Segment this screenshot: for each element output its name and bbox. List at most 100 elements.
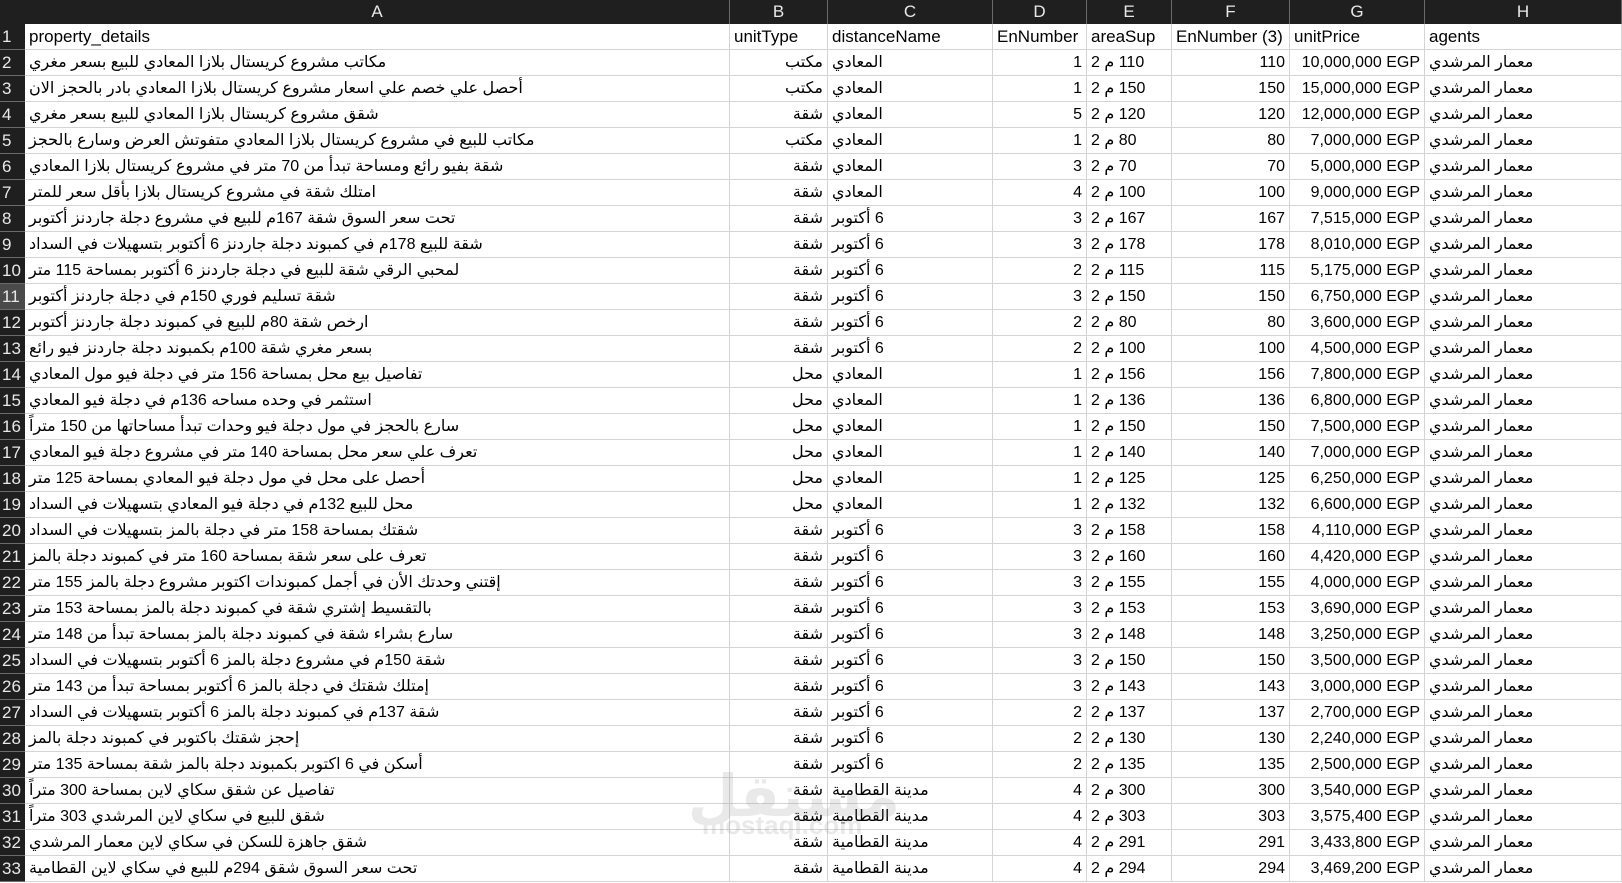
row-number[interactable]: 12 <box>0 310 25 336</box>
cell-f[interactable]: 137 <box>1172 700 1290 726</box>
cell-f[interactable]: 160 <box>1172 544 1290 570</box>
cell-c[interactable]: المعادي <box>828 128 993 154</box>
cell-a[interactable]: شقق جاهزة للسكن في سكاي لاين معمار المرش… <box>25 830 730 856</box>
cell-f[interactable]: 135 <box>1172 752 1290 778</box>
cell-c[interactable]: 6 أكتوبر <box>828 258 993 284</box>
row-number[interactable]: 1 <box>0 24 25 50</box>
cell-b[interactable]: شقة <box>730 570 828 596</box>
cell-h[interactable]: معمار المرشدي <box>1425 258 1622 284</box>
header-cell-d[interactable]: EnNumber <box>993 24 1087 50</box>
row-number[interactable]: 26 <box>0 674 25 700</box>
cell-b[interactable]: مكتب <box>730 50 828 76</box>
row-number[interactable]: 30 <box>0 778 25 804</box>
cell-d[interactable]: 2 <box>993 752 1087 778</box>
cell-g[interactable]: 8,010,000 EGP <box>1290 232 1425 258</box>
cell-a[interactable]: أسكن في 6 اكتوبر بكمبوند دجلة بالمز شقة … <box>25 752 730 778</box>
cell-a[interactable]: شقة 150م في مشروع دجلة بالمز 6 أكتوبر بت… <box>25 648 730 674</box>
row-number[interactable]: 8 <box>0 206 25 232</box>
cell-c[interactable]: 6 أكتوبر <box>828 336 993 362</box>
cell-h[interactable]: معمار المرشدي <box>1425 622 1622 648</box>
cell-d[interactable]: 1 <box>993 76 1087 102</box>
row-number[interactable]: 22 <box>0 570 25 596</box>
cell-g[interactable]: 5,175,000 EGP <box>1290 258 1425 284</box>
cell-a[interactable]: تعرف علي سعر محل بمساحة 140 متر في مشروع… <box>25 440 730 466</box>
cell-c[interactable]: المعادي <box>828 76 993 102</box>
cell-h[interactable]: معمار المرشدي <box>1425 570 1622 596</box>
cell-f[interactable]: 150 <box>1172 284 1290 310</box>
cell-d[interactable]: 1 <box>993 466 1087 492</box>
header-cell-b[interactable]: unitType <box>730 24 828 50</box>
cell-f[interactable]: 136 <box>1172 388 1290 414</box>
cell-h[interactable]: معمار المرشدي <box>1425 648 1622 674</box>
cell-a[interactable]: تفاصيل بيع محل بمساحة 156 متر في دجلة في… <box>25 362 730 388</box>
cell-c[interactable]: 6 أكتوبر <box>828 648 993 674</box>
cell-h[interactable]: معمار المرشدي <box>1425 102 1622 128</box>
cell-a[interactable]: شقتك بمساحة 158 متر في دجلة بالمز بتسهيل… <box>25 518 730 544</box>
row-number[interactable]: 13 <box>0 336 25 362</box>
cell-a[interactable]: بسعر مغري شقة 100م بكمبوند دجلة جاردنز ف… <box>25 336 730 362</box>
cell-g[interactable]: 3,250,000 EGP <box>1290 622 1425 648</box>
column-header-c[interactable]: C <box>828 0 993 24</box>
cell-d[interactable]: 1 <box>993 50 1087 76</box>
cell-f[interactable]: 132 <box>1172 492 1290 518</box>
cell-f[interactable]: 155 <box>1172 570 1290 596</box>
cell-f[interactable]: 158 <box>1172 518 1290 544</box>
row-number[interactable]: 18 <box>0 466 25 492</box>
cell-f[interactable]: 100 <box>1172 336 1290 362</box>
cell-e[interactable]: 100 م 2 <box>1087 180 1172 206</box>
row-number[interactable]: 27 <box>0 700 25 726</box>
cell-e[interactable]: 70 م 2 <box>1087 154 1172 180</box>
cell-b[interactable]: شقة <box>730 674 828 700</box>
cell-g[interactable]: 3,690,000 EGP <box>1290 596 1425 622</box>
column-header-g[interactable]: G <box>1290 0 1425 24</box>
row-number[interactable]: 23 <box>0 596 25 622</box>
cell-e[interactable]: 294 م 2 <box>1087 856 1172 882</box>
cell-f[interactable]: 70 <box>1172 154 1290 180</box>
cell-c[interactable]: المعادي <box>828 102 993 128</box>
cell-f[interactable]: 156 <box>1172 362 1290 388</box>
cell-e[interactable]: 303 م 2 <box>1087 804 1172 830</box>
spreadsheet-grid[interactable]: ABCDEFGH 1 property_details unitType distan… <box>0 0 1622 883</box>
cell-e[interactable]: 300 م 2 <box>1087 778 1172 804</box>
cell-g[interactable]: 4,500,000 EGP <box>1290 336 1425 362</box>
cell-g[interactable]: 2,240,000 EGP <box>1290 726 1425 752</box>
cell-c[interactable]: مدينة القطامية <box>828 778 993 804</box>
cell-c[interactable]: المعادي <box>828 466 993 492</box>
cell-f[interactable]: 303 <box>1172 804 1290 830</box>
cell-a[interactable]: تحت سعر السوق شقة 167م للبيع في مشروع دج… <box>25 206 730 232</box>
cell-h[interactable]: معمار المرشدي <box>1425 336 1622 362</box>
row-number[interactable]: 11 <box>0 284 25 310</box>
cell-g[interactable]: 6,750,000 EGP <box>1290 284 1425 310</box>
cell-c[interactable]: 6 أكتوبر <box>828 310 993 336</box>
cell-a[interactable]: إقتني وحدتك الأن في أجمل كمبوندات اكتوبر… <box>25 570 730 596</box>
cell-e[interactable]: 137 م 2 <box>1087 700 1172 726</box>
cell-a[interactable]: مكاتب مشروع كريستال بلازا المعادي للبيع … <box>25 50 730 76</box>
cell-f[interactable]: 178 <box>1172 232 1290 258</box>
cell-d[interactable]: 1 <box>993 414 1087 440</box>
cell-e[interactable]: 153 م 2 <box>1087 596 1172 622</box>
cell-c[interactable]: المعادي <box>828 492 993 518</box>
cell-h[interactable]: معمار المرشدي <box>1425 414 1622 440</box>
cell-a[interactable]: أحصل علي خصم علي اسعار مشروع كريستال بلا… <box>25 76 730 102</box>
row-number[interactable]: 14 <box>0 362 25 388</box>
cell-b[interactable]: مكتب <box>730 76 828 102</box>
cell-e[interactable]: 291 م 2 <box>1087 830 1172 856</box>
cell-h[interactable]: معمار المرشدي <box>1425 50 1622 76</box>
cell-g[interactable]: 15,000,000 EGP <box>1290 76 1425 102</box>
cell-b[interactable]: شقة <box>730 310 828 336</box>
cell-f[interactable]: 150 <box>1172 648 1290 674</box>
cell-h[interactable]: معمار المرشدي <box>1425 596 1622 622</box>
row-number[interactable]: 9 <box>0 232 25 258</box>
cell-f[interactable]: 80 <box>1172 128 1290 154</box>
cell-a[interactable]: بالتقسيط إشتري شقة في كمبوند دجلة بالمز … <box>25 596 730 622</box>
cell-e[interactable]: 100 م 2 <box>1087 336 1172 362</box>
row-number[interactable]: 19 <box>0 492 25 518</box>
cell-g[interactable]: 12,000,000 EGP <box>1290 102 1425 128</box>
cell-f[interactable]: 100 <box>1172 180 1290 206</box>
cell-d[interactable]: 4 <box>993 180 1087 206</box>
cell-e[interactable]: 150 م 2 <box>1087 284 1172 310</box>
cell-b[interactable]: شقة <box>730 856 828 882</box>
cell-b[interactable]: محل <box>730 414 828 440</box>
cell-f[interactable]: 110 <box>1172 50 1290 76</box>
cell-g[interactable]: 7,000,000 EGP <box>1290 128 1425 154</box>
